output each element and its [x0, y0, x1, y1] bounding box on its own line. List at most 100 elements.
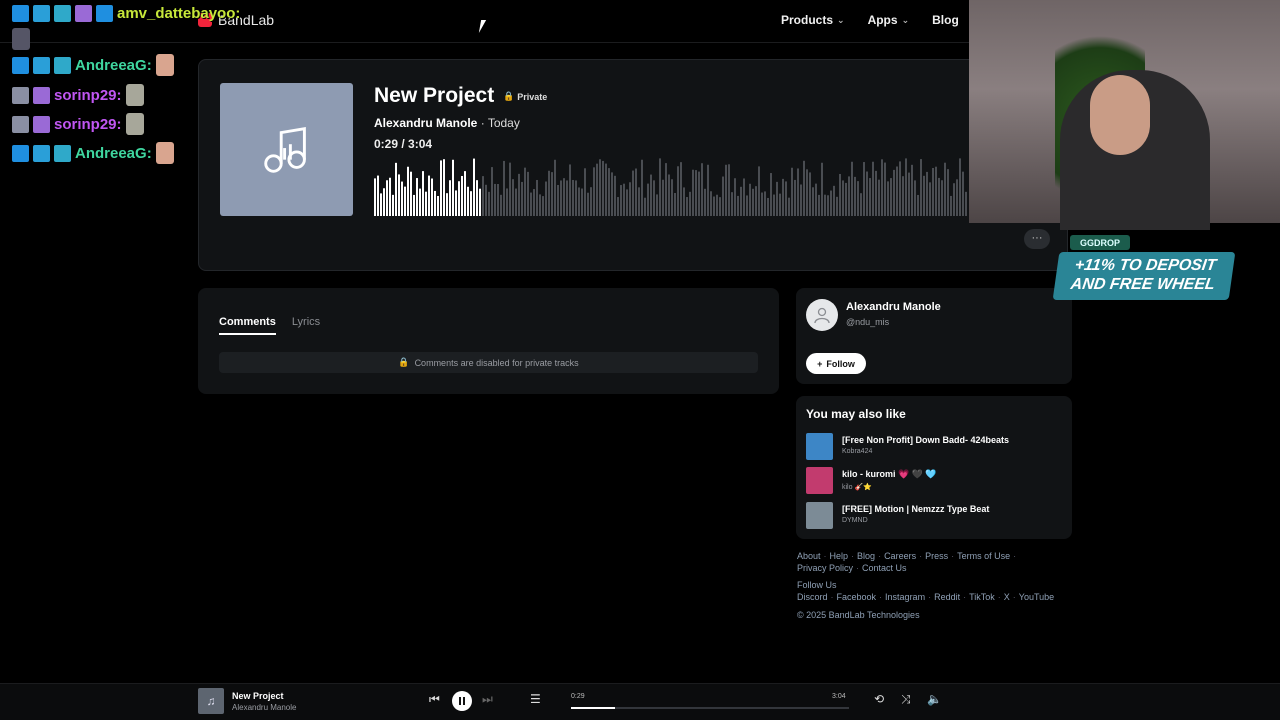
chat-username: sorinp29: [54, 86, 122, 104]
social-tiktok[interactable]: TikTok [969, 592, 995, 602]
waveform-bar [677, 166, 679, 216]
waveform-bar [755, 186, 757, 216]
social-youtube[interactable]: YouTube [1019, 592, 1054, 602]
social-facebook[interactable]: Facebook [837, 592, 877, 602]
waveform[interactable] [374, 157, 968, 216]
waveform-bar [782, 178, 784, 216]
waveform-bar [716, 194, 718, 216]
waveform-bar [788, 197, 790, 216]
list-item[interactable]: kilo - kuromi 💗 🖤 🩵 kilo 🎸⭐ [806, 467, 937, 494]
waveform-bar [728, 164, 730, 216]
track-cover[interactable] [220, 83, 353, 216]
footer-link-help[interactable]: Help [830, 551, 849, 561]
waveform-bar [548, 170, 550, 216]
waveform-bar [401, 181, 403, 216]
waveform-bar [596, 163, 598, 216]
waveform-bar [533, 189, 535, 216]
waveform-bar [848, 176, 850, 216]
waveform-bar [752, 188, 754, 216]
waveform-bar [830, 190, 832, 216]
waveform-bar [620, 185, 622, 216]
queue-icon[interactable]: ☰ [530, 692, 541, 706]
lock-icon: 🔒 [503, 91, 515, 101]
waveform-bar [434, 190, 436, 216]
waveform-bar [812, 187, 814, 216]
waveform-bar [866, 171, 868, 216]
footer-link-terms[interactable]: Terms of Use [957, 551, 1010, 561]
profile-name[interactable]: Alexandru Manole [846, 301, 941, 313]
waveform-bar [440, 160, 442, 216]
waveform-bar [608, 168, 610, 216]
track-artist[interactable]: Alexandru Manole [374, 116, 477, 130]
footer-link-careers[interactable]: Careers [884, 551, 916, 561]
rec-title: kilo - kuromi 💗 🖤 🩵 [842, 469, 937, 479]
footer-link-press[interactable]: Press [925, 551, 948, 561]
pause-button[interactable] [452, 691, 472, 711]
waveform-bar [545, 181, 547, 216]
chevron-down-icon: ⌄ [901, 14, 910, 25]
nav-blog[interactable]: Blog [932, 13, 959, 27]
waveform-bar [917, 194, 919, 216]
user-icon [814, 307, 830, 324]
badge-icon [33, 56, 50, 74]
follow-label: Follow [826, 358, 855, 369]
waveform-bar [737, 195, 739, 216]
waveform-bar [461, 175, 463, 216]
waveform-bar [524, 167, 526, 216]
waveform-bar [692, 169, 694, 216]
waveform-bar [488, 191, 490, 216]
social-reddit[interactable]: Reddit [934, 592, 960, 602]
player-progress-bar[interactable] [571, 707, 849, 709]
waveform-bar [554, 159, 556, 216]
footer-link-blog[interactable]: Blog [857, 551, 875, 561]
waveform-bar [374, 178, 376, 216]
avatar[interactable] [806, 299, 838, 331]
waveform-bar [581, 188, 583, 216]
footer-link-about[interactable]: About [797, 551, 821, 561]
player-track-title[interactable]: New Project [232, 691, 284, 701]
chat-message: AndreeaG: [12, 142, 174, 164]
track-time: 0:29 / 3:04 [374, 137, 432, 151]
nav-apps-label: Apps [867, 13, 898, 27]
volume-icon[interactable]: 🔈 [927, 692, 942, 706]
list-item[interactable]: [FREE] Motion | Nemzzz Type Beat DYMND [806, 502, 989, 529]
waveform-bar [632, 170, 634, 216]
previous-icon[interactable]: ⏮ [429, 692, 440, 707]
waveform-bar [602, 160, 604, 216]
tab-comments[interactable]: Comments [219, 316, 276, 335]
nav-products[interactable]: Products ⌄ [781, 13, 845, 27]
footer-link-privacy[interactable]: Privacy Policy [797, 563, 853, 573]
shuffle-icon[interactable]: ⤨ [901, 692, 911, 707]
waveform-bar [629, 182, 631, 216]
waveform-bar [749, 183, 751, 216]
track-current-time: 0:29 [374, 137, 399, 151]
follow-button[interactable]: + Follow [806, 353, 866, 374]
tab-lyrics[interactable]: Lyrics [292, 316, 320, 335]
waveform-bar [773, 194, 775, 216]
waveform-bar [494, 183, 496, 216]
lock-icon: 🔒 [398, 357, 410, 367]
waveform-bar [695, 170, 697, 216]
more-options-button[interactable]: ··· [1024, 229, 1050, 249]
waveform-bar [536, 179, 538, 216]
player-thumbnail[interactable]: ♫ [198, 688, 224, 714]
waveform-bar [722, 176, 724, 216]
waveform-bar [416, 178, 418, 216]
social-discord[interactable]: Discord [797, 592, 828, 602]
waveform-bar [407, 166, 409, 216]
footer-link-contact[interactable]: Contact Us [862, 563, 907, 573]
waveform-bar [506, 188, 508, 216]
list-item[interactable]: [Free Non Profit] Down Badd- 424beats Ko… [806, 433, 1009, 460]
emote-icon [125, 84, 144, 106]
social-x[interactable]: X [1004, 592, 1010, 602]
waveform-bar [872, 161, 874, 216]
next-icon[interactable]: ⏭ [482, 692, 493, 707]
nav-apps[interactable]: Apps ⌄ [868, 13, 910, 27]
follow-us-label: Follow Us [797, 580, 837, 590]
repeat-icon[interactable]: ⟲ [874, 692, 884, 706]
social-instagram[interactable]: Instagram [885, 592, 925, 602]
player-track-artist[interactable]: Alexandru Manole [232, 703, 296, 712]
waveform-bar [941, 180, 943, 216]
waveform-bar [569, 164, 571, 216]
waveform-bar [560, 180, 562, 216]
